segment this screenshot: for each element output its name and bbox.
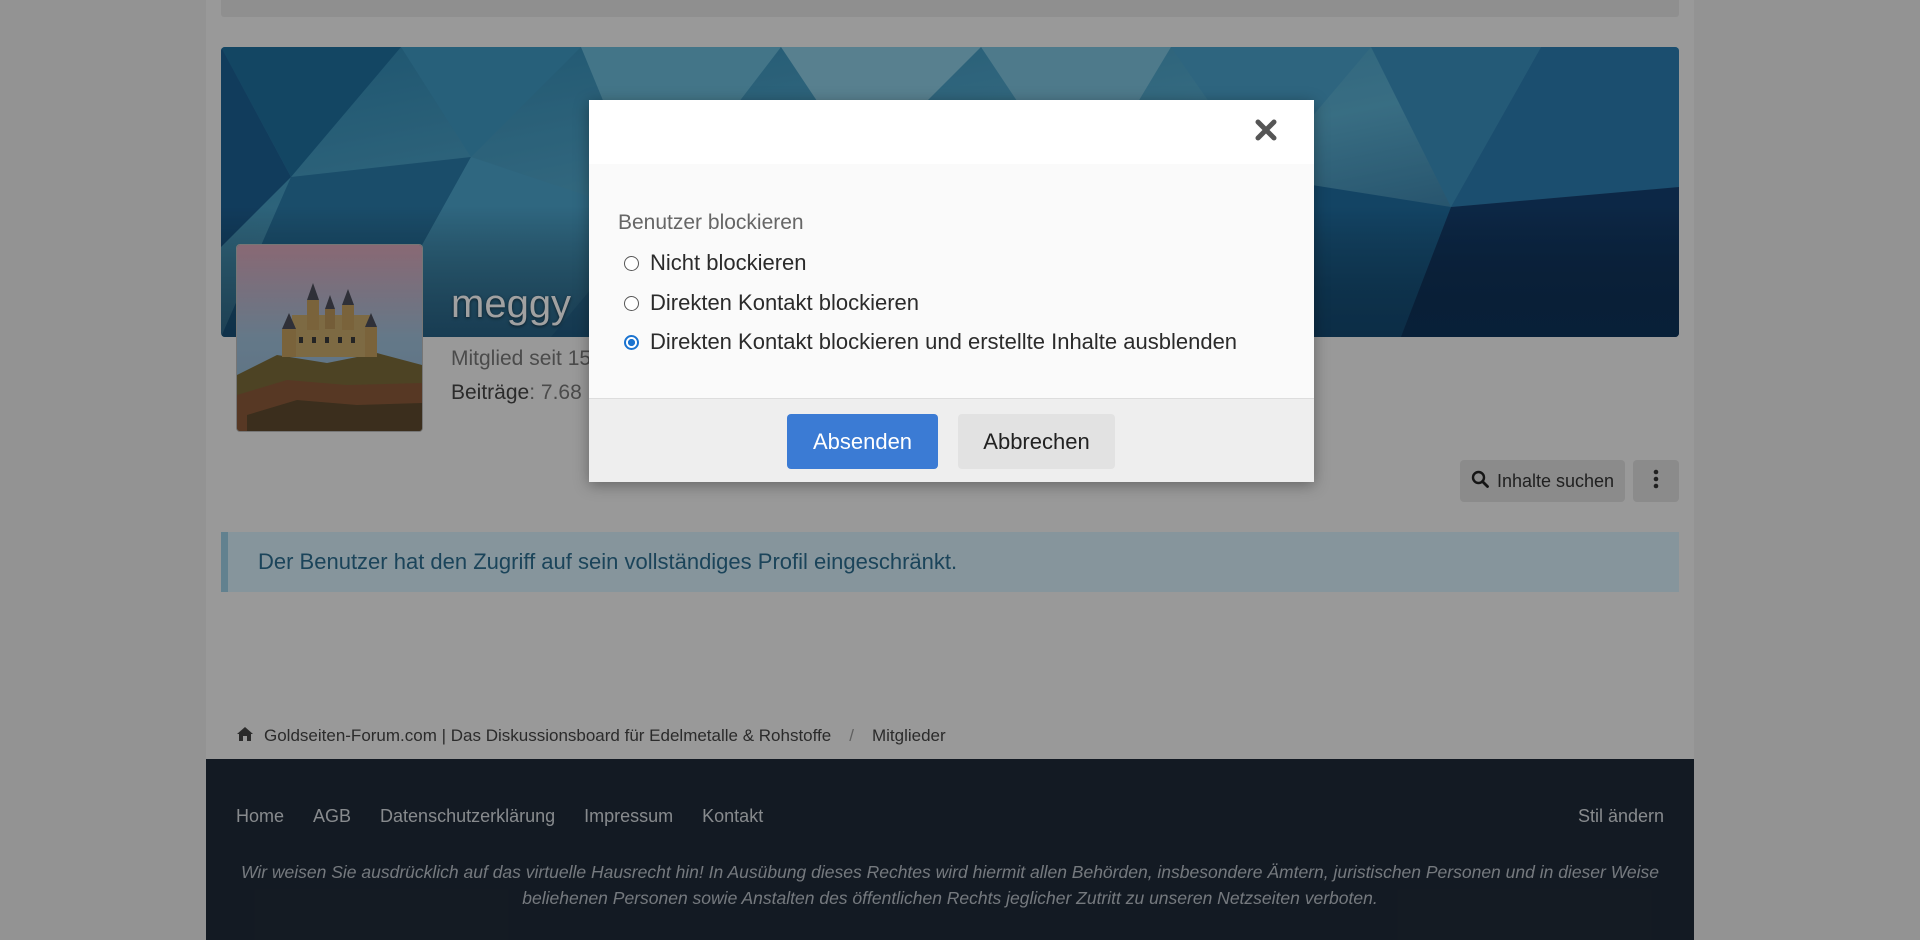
block-user-dialog: Benutzer blockieren Nicht blockieren Dir…: [589, 100, 1314, 482]
radio-block-contact[interactable]: [624, 295, 639, 311]
radio-block-contact-hide-content[interactable]: [624, 334, 639, 350]
radio-no-block[interactable]: [624, 255, 639, 271]
block-user-label: Benutzer blockieren: [618, 211, 804, 234]
close-icon: [1255, 119, 1277, 146]
option-block-contact-hide-content-label: Direkten Kontakt blockieren und erstellt…: [650, 329, 1238, 354]
option-block-contact[interactable]: Direkten Kontakt blockieren: [624, 290, 919, 316]
submit-button[interactable]: Absenden: [787, 414, 938, 469]
option-no-block-label: Nicht blockieren: [650, 250, 807, 275]
dialog-header: [589, 100, 1314, 164]
option-block-contact-hide-content[interactable]: Direkten Kontakt blockieren und erstellt…: [624, 329, 1237, 355]
cancel-button[interactable]: Abbrechen: [958, 414, 1115, 469]
dialog-footer: Absenden Abbrechen: [589, 398, 1314, 482]
close-button[interactable]: [1252, 118, 1280, 146]
option-no-block[interactable]: Nicht blockieren: [624, 250, 807, 276]
option-block-contact-label: Direkten Kontakt blockieren: [650, 290, 920, 315]
